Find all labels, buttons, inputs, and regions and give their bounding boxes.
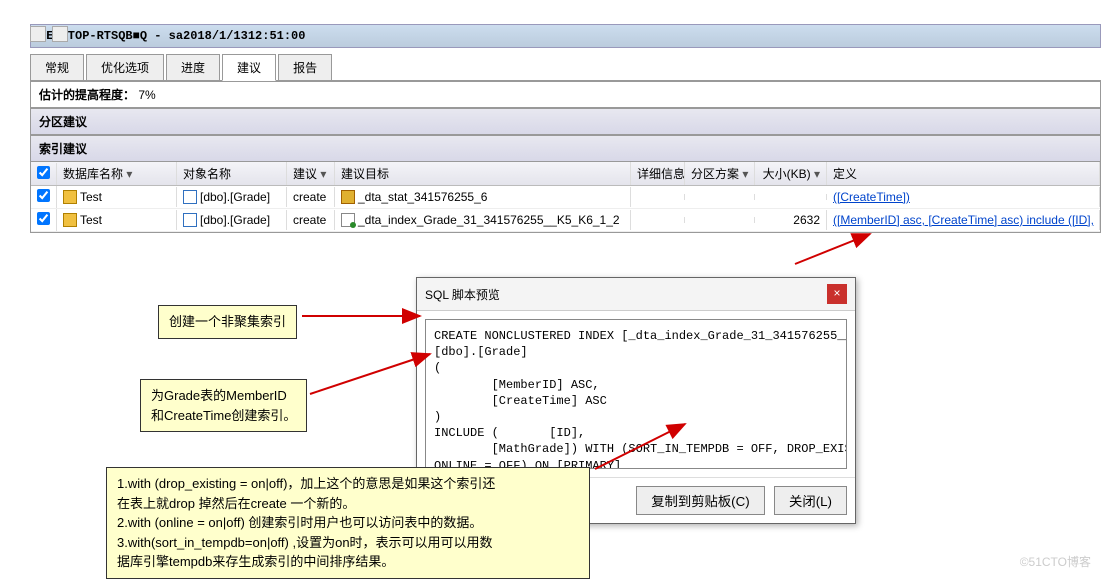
tool-icon-1[interactable] [30,26,46,42]
tab-reports[interactable]: 报告 [278,54,332,80]
tab-tuning-options[interactable]: 优化选项 [86,54,164,80]
callout-with-options: 1.with (drop_existing = on|off)，加上这个的意思是… [106,467,590,579]
section-partition[interactable]: 分区建议 [30,108,1101,135]
row-checkbox[interactable] [37,212,50,225]
col-def[interactable]: 定义 [827,162,1100,185]
col-target[interactable]: 建议目标 [335,162,631,185]
database-icon [63,190,77,204]
table-icon [183,213,197,227]
recommendations-grid: 数据库名称 ▾ 对象名称 建议 ▾ 建议目标 详细信息 分区方案 ▾ 大小(KB… [30,162,1101,233]
callout-grade-columns: 为Grade表的MemberID 和CreateTime创建索引。 [140,379,307,432]
grid-header: 数据库名称 ▾ 对象名称 建议 ▾ 建议目标 详细信息 分区方案 ▾ 大小(KB… [31,162,1100,186]
sql-code[interactable]: CREATE NONCLUSTERED INDEX [_dta_index_Gr… [425,319,847,469]
close-icon[interactable]: × [827,284,847,304]
table-icon [183,190,197,204]
callout-nonclustered: 创建一个非聚集索引 [158,305,297,339]
arrow-annotation [310,354,430,394]
database-icon [63,213,77,227]
dialog-title: SQL 脚本预览 [425,286,500,303]
col-rec[interactable]: 建议 ▾ [287,162,335,185]
tab-general[interactable]: 常规 [30,54,84,80]
tab-progress[interactable]: 进度 [166,54,220,80]
row-checkbox[interactable] [37,189,50,202]
section-index[interactable]: 索引建议 [30,135,1101,162]
table-row[interactable]: Test [dbo].[Grade] create _dta_stat_3415… [31,186,1100,209]
arrow-annotation [795,234,870,264]
tab-recommendations[interactable]: 建议 [222,54,276,81]
close-button[interactable]: 关闭(L) [774,486,847,515]
col-part[interactable]: 分区方案 ▾ [685,162,755,185]
definition-link[interactable]: ([CreateTime]) [827,187,1100,207]
col-detail[interactable]: 详细信息 [631,162,685,185]
copy-button[interactable]: 复制到剪贴板(C) [636,486,764,515]
header-checkbox[interactable] [37,166,50,179]
estimate-bar: 估计的提高程度： 7% [30,81,1101,108]
watermark: ©51CTO博客 [1020,553,1091,570]
col-size[interactable]: 大小(KB) ▾ [755,162,827,185]
definition-link[interactable]: ([MemberID] asc, [CreateTime] asc) inclu… [827,210,1100,230]
tabbar: 常规 优化选项 进度 建议 报告 [30,54,1101,81]
index-icon [341,213,355,227]
tool-icon-2[interactable] [52,26,68,42]
col-obj[interactable]: 对象名称 [177,162,287,185]
estimate-label: 估计的提高程度： [39,88,135,102]
window-title: DESKTOP-RTSQB■Q - sa2018/1/1312:51:00 [30,24,1101,48]
statistics-icon [341,190,355,204]
col-db[interactable]: 数据库名称 ▾ [57,162,177,185]
table-row[interactable]: Test [dbo].[Grade] create _dta_index_Gra… [31,209,1100,232]
estimate-value: 7% [138,88,155,102]
